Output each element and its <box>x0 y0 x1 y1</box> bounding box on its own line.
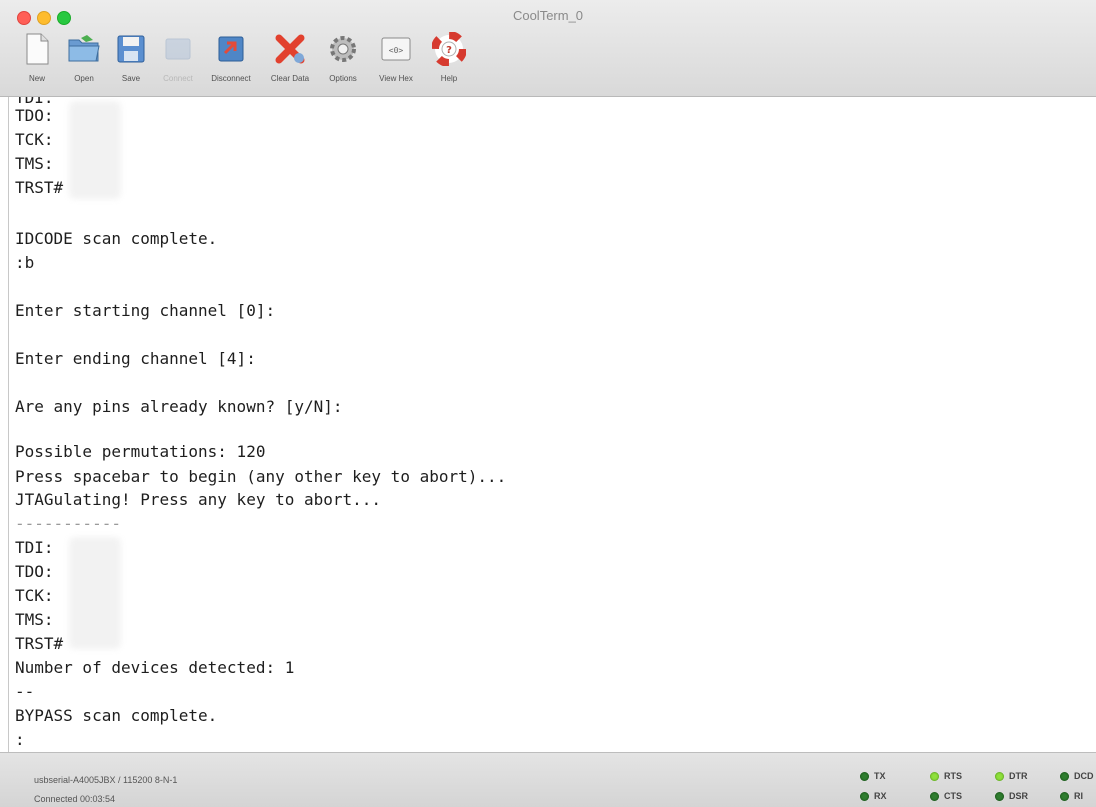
rts-led-icon <box>930 771 939 781</box>
tx-led-icon <box>860 771 869 781</box>
help-button[interactable]: ? Help <box>426 28 472 92</box>
cts-led-icon <box>930 791 939 801</box>
terminal-line: : <box>15 730 25 749</box>
open-folder-icon <box>67 32 101 66</box>
terminal-line: Enter ending channel [4]: <box>15 349 256 368</box>
terminal-line: Press spacebar to begin (any other key t… <box>15 467 507 486</box>
toolbar: New Open Save Connect Disconnect Clear D… <box>14 28 473 94</box>
dsr-led-icon <box>995 791 1004 801</box>
options-gear-icon <box>326 32 360 66</box>
ri-led-icon <box>1060 791 1069 801</box>
help-lifebuoy-icon: ? <box>432 32 466 66</box>
terminal-line: TDO: <box>15 106 54 125</box>
terminal-line: JTAGulating! Press any key to abort... <box>15 490 382 509</box>
open-button[interactable]: Open <box>61 28 107 92</box>
view-hex-icon: <0> <box>379 32 413 66</box>
disconnect-button[interactable]: Disconnect <box>202 28 260 92</box>
dtr-led-icon <box>995 771 1004 781</box>
redacted-region <box>69 101 121 199</box>
terminal-line: TMS: <box>15 610 54 629</box>
clear-data-button[interactable]: Clear Data <box>261 28 319 92</box>
terminal-line: Possible permutations: 120 <box>15 442 266 461</box>
terminal-line: -- <box>15 682 35 701</box>
port-settings: usbserial-A4005JBX / 115200 8-N-1 <box>34 775 178 785</box>
terminal-line: TMS: <box>15 154 54 173</box>
save-button[interactable]: Save <box>108 28 154 92</box>
status-bar: usbserial-A4005JBX / 115200 8-N-1 Connec… <box>0 752 1096 807</box>
terminal-line: TCK: <box>15 586 54 605</box>
clear-data-icon <box>273 32 307 66</box>
connection-time: Connected 00:03:54 <box>34 794 116 804</box>
terminal-line: TDI: <box>15 538 54 557</box>
terminal-line: IDCODE scan complete. <box>15 229 218 248</box>
terminal-line: TRST# <box>15 634 64 653</box>
terminal-line: Enter starting channel [0]: <box>15 301 276 320</box>
tx-indicator: TX <box>860 771 886 781</box>
rx-led-icon <box>860 791 869 801</box>
ri-indicator: RI <box>1060 791 1083 801</box>
new-document-icon <box>20 32 54 66</box>
terminal-output[interactable]: TDI: TDO: TCK: TMS: TRST# IDCODE scan co… <box>8 97 1096 752</box>
terminal-line: TRST# <box>15 178 64 197</box>
dcd-led-icon <box>1060 771 1069 781</box>
rts-indicator[interactable]: RTS <box>930 771 962 781</box>
cts-indicator: CTS <box>930 791 962 801</box>
options-button[interactable]: Options <box>320 28 366 92</box>
coolterm-window: CoolTerm_0 New Open Save Connect Disconn… <box>0 0 1096 807</box>
dsr-indicator: DSR <box>995 791 1028 801</box>
terminal-line: BYPASS scan complete. <box>15 706 218 725</box>
save-disk-icon <box>114 32 148 66</box>
connect-icon <box>161 32 195 66</box>
terminal-line: ----------- <box>15 514 121 533</box>
dtr-indicator[interactable]: DTR <box>995 771 1028 781</box>
svg-text:?: ? <box>446 45 452 56</box>
terminal-line: Are any pins already known? [y/N]: <box>15 397 343 416</box>
disconnect-icon <box>214 32 248 66</box>
new-button[interactable]: New <box>14 28 60 92</box>
redacted-region <box>69 537 121 649</box>
terminal-line: Number of devices detected: 1 <box>15 658 295 677</box>
connect-button[interactable]: Connect <box>155 28 201 92</box>
rx-indicator: RX <box>860 791 887 801</box>
terminal-line: TCK: <box>15 130 54 149</box>
svg-text:<0>: <0> <box>389 46 404 55</box>
dcd-indicator: DCD <box>1060 771 1094 781</box>
window-title: CoolTerm_0 <box>512 8 584 23</box>
title-bar: CoolTerm_0 New Open Save Connect Disconn… <box>0 0 1096 97</box>
view-hex-button[interactable]: <0> View Hex <box>367 28 425 92</box>
terminal-line: TDO: <box>15 562 54 581</box>
terminal-line: :b <box>15 253 35 272</box>
